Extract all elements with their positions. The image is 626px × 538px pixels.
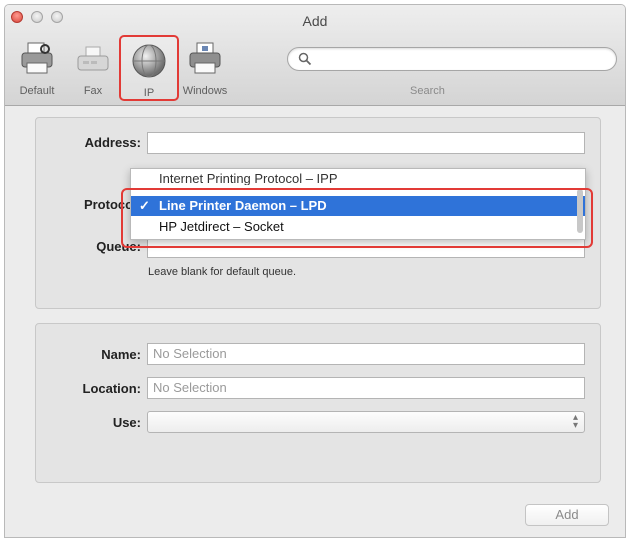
fax-icon xyxy=(73,39,113,79)
menu-item-ipp[interactable]: Internet Printing Protocol – IPP xyxy=(131,173,585,185)
location-label: Location: xyxy=(82,381,142,396)
queue-hint: Leave blank for default queue. xyxy=(148,266,297,278)
address-field[interactable] xyxy=(147,132,585,154)
search-label: Search xyxy=(410,85,445,97)
search-field[interactable] xyxy=(287,47,617,71)
toolbar-fax-label: Fax xyxy=(83,85,103,97)
window-title: Add xyxy=(302,13,328,29)
toolbar: Add Default Fax IP Windows Search xyxy=(5,5,625,106)
add-printer-window: Add Default Fax IP Windows Search Addres… xyxy=(4,4,626,538)
location-field[interactable]: No Selection xyxy=(147,377,585,399)
name-field[interactable]: No Selection xyxy=(147,343,585,365)
search-input[interactable] xyxy=(316,50,610,70)
menu-item-ipp-label: Internet Printing Protocol – IPP xyxy=(159,173,338,185)
toolbar-ip-button[interactable]: IP xyxy=(119,35,179,101)
add-button[interactable]: Add xyxy=(525,504,609,526)
address-label: Address: xyxy=(84,135,141,150)
use-label: Use: xyxy=(112,415,141,430)
printer-icon xyxy=(17,39,57,79)
highlight-annotation xyxy=(121,188,593,248)
toolbar-default-button[interactable]: Default xyxy=(7,35,67,101)
search-icon xyxy=(298,52,312,66)
stepper-arrows-icon: ▴ ▾ xyxy=(572,412,578,431)
windows-printer-icon xyxy=(185,39,225,79)
globe-icon xyxy=(129,41,169,81)
toolbar-ip-label: IP xyxy=(143,87,155,99)
use-select[interactable]: ▴ ▾ xyxy=(147,411,585,433)
toolbar-windows-button[interactable]: Windows xyxy=(175,35,235,101)
toolbar-windows-label: Windows xyxy=(182,85,228,97)
name-label: Name: xyxy=(101,347,141,362)
toolbar-fax-button[interactable]: Fax xyxy=(63,35,123,101)
toolbar-default-label: Default xyxy=(19,85,55,97)
